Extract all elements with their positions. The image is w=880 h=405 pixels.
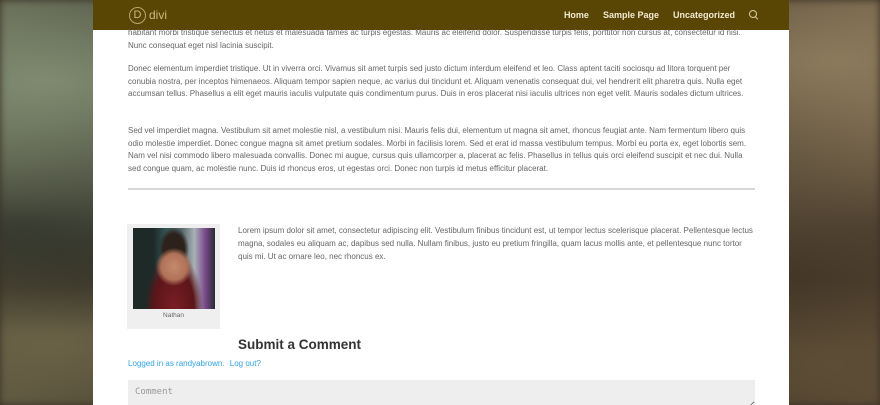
search-icon[interactable] xyxy=(749,10,759,20)
article-paragraph: Sed vel imperdiet magna. Vestibulum sit … xyxy=(128,126,747,173)
author-avatar xyxy=(133,228,215,309)
site-logo[interactable]: D divi xyxy=(129,5,167,25)
logo-mark: D xyxy=(129,6,146,24)
logged-in-user-link[interactable]: Logged in as randyabrown. xyxy=(128,359,225,368)
logout-link[interactable]: Log out? xyxy=(230,359,261,368)
divider xyxy=(128,188,755,190)
nav-uncategorized[interactable]: Uncategorized xyxy=(673,10,735,20)
logo-text: divi xyxy=(149,8,168,22)
article-paragraph: Donec elementum imperdiet tristique. Ut … xyxy=(128,64,744,99)
author-card: Nathan xyxy=(127,224,220,329)
site-header: D divi Home Sample Page Uncategorized xyxy=(93,0,789,30)
nav-home[interactable]: Home xyxy=(564,10,589,20)
nav-sample-page[interactable]: Sample Page xyxy=(603,10,659,20)
author-bio: Lorem ipsum dolor sit amet, consectetur … xyxy=(238,226,753,261)
main-nav: Home Sample Page Uncategorized xyxy=(564,0,759,30)
content-area: habitant morbi tristique senectus et net… xyxy=(93,28,789,405)
article-paragraph: habitant morbi tristique senectus et net… xyxy=(128,28,741,50)
author-name: Nathan xyxy=(163,312,184,319)
comment-section-title: Submit a Comment xyxy=(238,337,362,352)
logged-in-notice: Logged in as randyabrown. Log out? xyxy=(128,359,261,368)
comment-textarea[interactable] xyxy=(128,380,755,405)
